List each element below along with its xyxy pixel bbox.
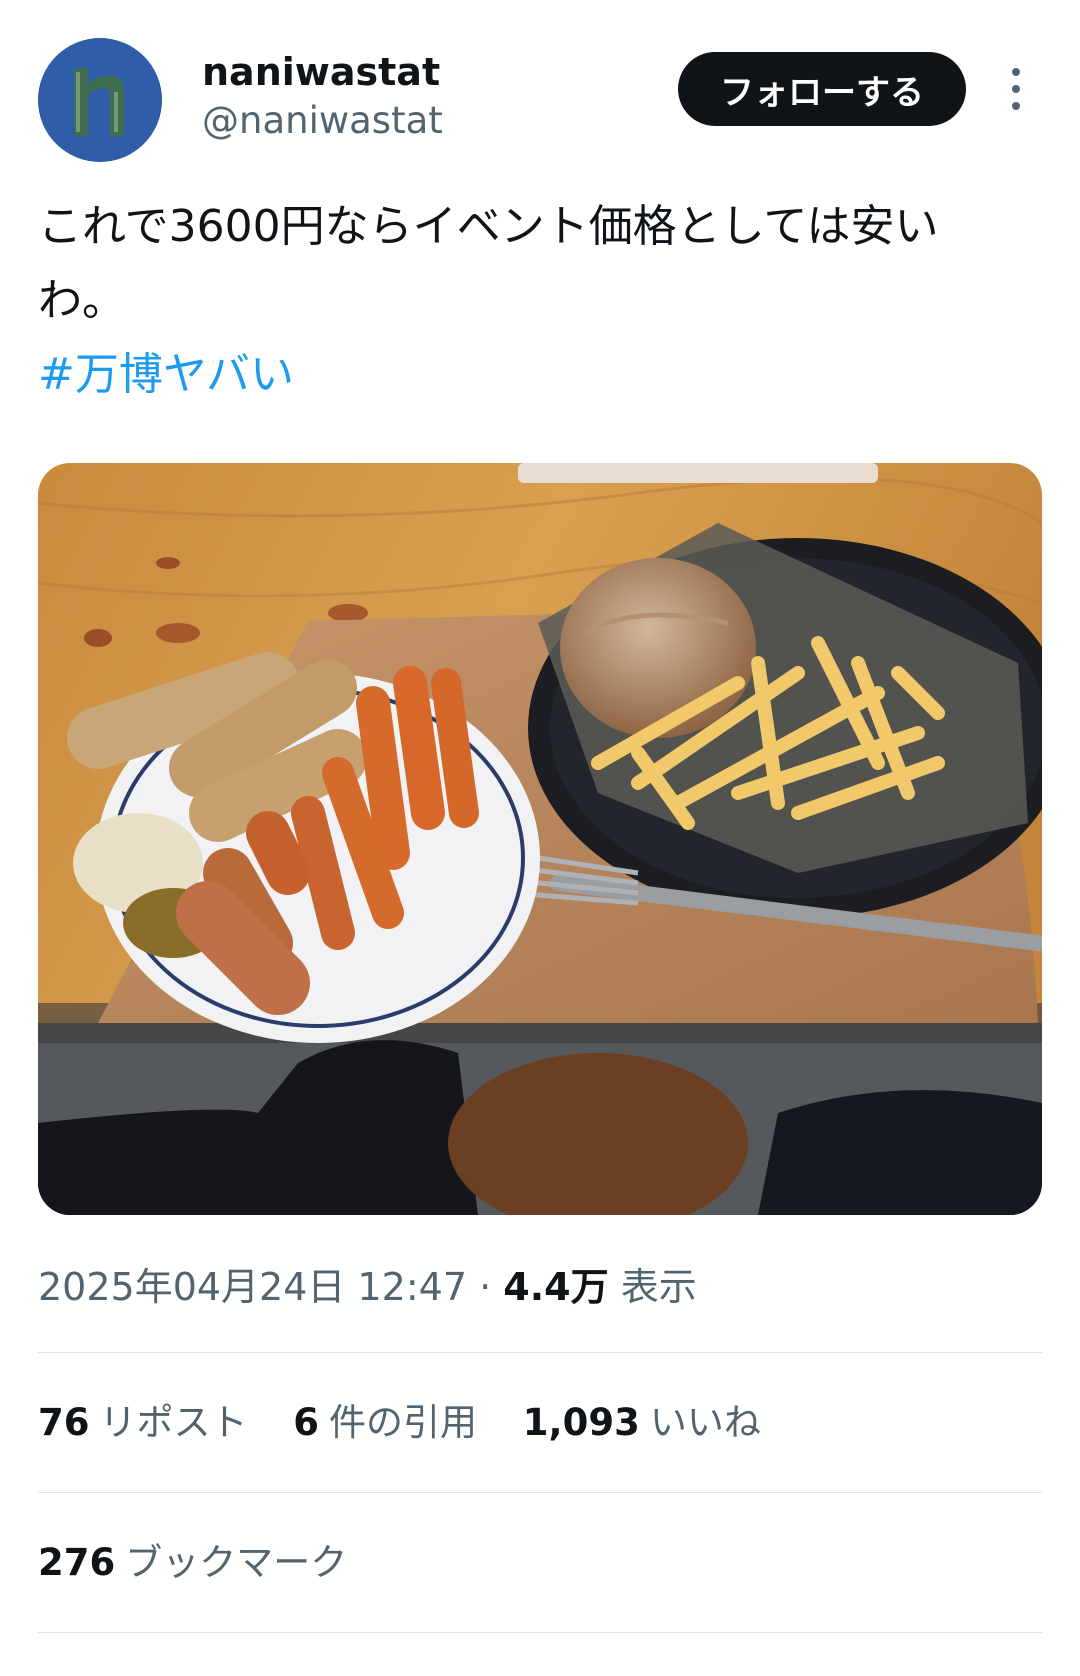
hashtag-link[interactable]: #万博ヤバい: [38, 338, 294, 412]
engagement-stats: 76 リポスト 6 件の引用 1,093 いいね: [38, 1398, 795, 1448]
reposts-stat[interactable]: 76 リポスト: [38, 1401, 259, 1444]
divider: [38, 1492, 1042, 1493]
tweet-header: naniwastat @naniwastat フォローする: [0, 0, 1080, 162]
divider: [38, 1352, 1042, 1353]
views-count: 4.4万: [503, 1265, 609, 1309]
food-photo-image: [38, 463, 1042, 1215]
likes-stat[interactable]: 1,093 いいね: [523, 1401, 761, 1444]
quotes-stat[interactable]: 6 件の引用: [293, 1401, 489, 1444]
tweet-text-line: わ。: [38, 275, 126, 326]
tweet-text: これで3600円ならイベント価格としては安い わ。: [38, 190, 1042, 338]
reposts-label: リポスト: [99, 1401, 248, 1444]
quotes-label: 件の引用: [329, 1401, 478, 1444]
reposts-count: 76: [38, 1401, 90, 1444]
likes-count: 1,093: [522, 1401, 640, 1444]
tweet-meta: 2025年04月24日 12:47 · 4.4万 表示: [38, 1262, 697, 1312]
display-name[interactable]: naniwastat: [202, 48, 440, 96]
avatar[interactable]: [38, 38, 162, 162]
quotes-count: 6: [293, 1401, 320, 1444]
timestamp[interactable]: 2025年04月24日 12:47: [38, 1265, 467, 1309]
bookmarks-label: ブックマーク: [125, 1541, 348, 1584]
meta-separator: ·: [479, 1265, 492, 1309]
user-handle[interactable]: @naniwastat: [202, 98, 443, 144]
more-options-icon[interactable]: [1000, 68, 1032, 110]
divider: [38, 1632, 1042, 1633]
views-label: 表示: [620, 1265, 697, 1309]
avatar-logo-icon: [38, 38, 162, 162]
tweet-text-line: これで3600円ならイベント価格としては安い: [38, 201, 939, 252]
bookmarks-stat[interactable]: 276 ブックマーク: [38, 1538, 381, 1588]
bookmarks-count: 276: [38, 1541, 116, 1584]
likes-label: いいね: [649, 1401, 761, 1444]
tweet-photo[interactable]: [38, 463, 1042, 1215]
follow-button[interactable]: フォローする: [678, 52, 966, 126]
